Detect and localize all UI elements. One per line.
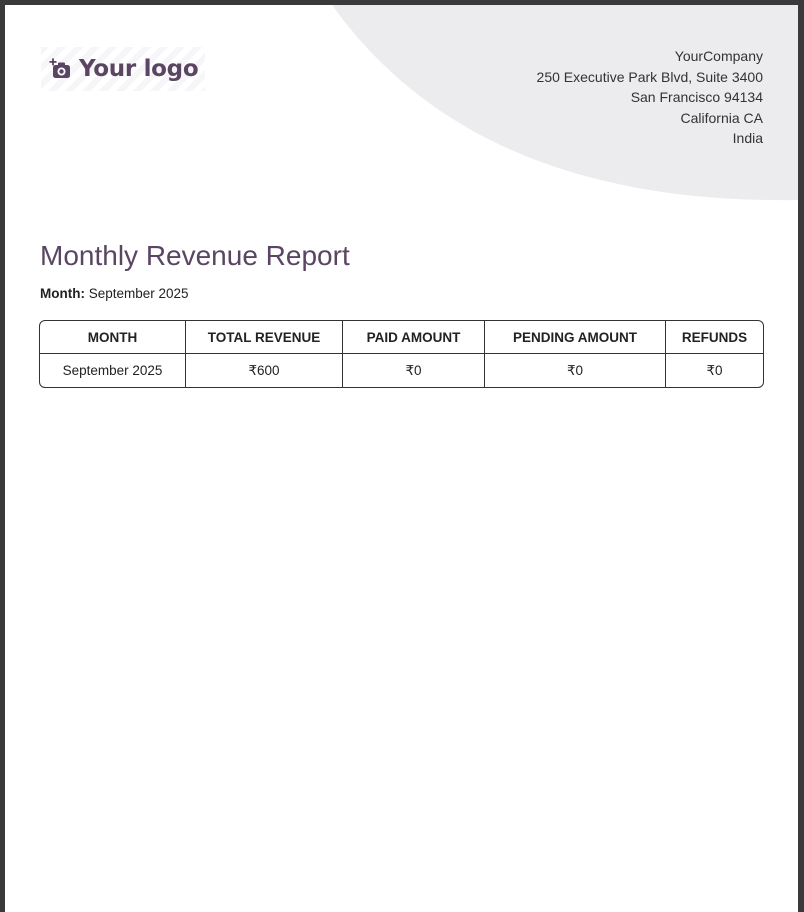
camera-plus-icon (49, 58, 70, 78)
column-header-total-revenue: TOTAL REVENUE (186, 321, 343, 354)
cell-pending-amount: ₹0 (485, 354, 666, 387)
logo-text: Your logo (79, 56, 199, 82)
cell-month: September 2025 (40, 354, 186, 387)
report-title: Monthly Revenue Report (40, 240, 350, 271)
company-street: 250 Executive Park Blvd, Suite 3400 (536, 68, 763, 85)
company-address-block: YourCompany 250 Executive Park Blvd, Sui… (537, 46, 763, 149)
month-label: Month: (40, 286, 85, 301)
company-name: YourCompany (674, 48, 763, 64)
report-month-line: Month: September 2025 (40, 286, 189, 301)
cell-refunds: ₹0 (706, 362, 723, 378)
cell-total-revenue: ₹600 (186, 354, 343, 387)
company-logo: Your logo (41, 47, 205, 91)
column-header-paid-amount: PAID AMOUNT (343, 321, 485, 354)
company-city-zip: San Francisco 94134 (630, 89, 763, 106)
month-value: September 2025 (88, 286, 189, 301)
company-state: California CA (680, 109, 763, 126)
table-row: September 2025 ₹600 ₹0 ₹0 ₹0 (40, 354, 763, 387)
table-header-row: MONTH TOTAL REVENUE PAID AMOUNT PENDING … (40, 321, 763, 354)
cell-paid-amount: ₹0 (343, 354, 485, 387)
column-header-month: MONTH (40, 321, 186, 354)
company-country: India (732, 130, 763, 147)
column-header-refunds: REFUNDS (666, 321, 763, 354)
revenue-table: MONTH TOTAL REVENUE PAID AMOUNT PENDING … (39, 320, 764, 388)
column-header-pending-amount: PENDING AMOUNT (485, 321, 666, 354)
report-page: Your logo YourCompany 250 Executive Park… (5, 5, 798, 912)
